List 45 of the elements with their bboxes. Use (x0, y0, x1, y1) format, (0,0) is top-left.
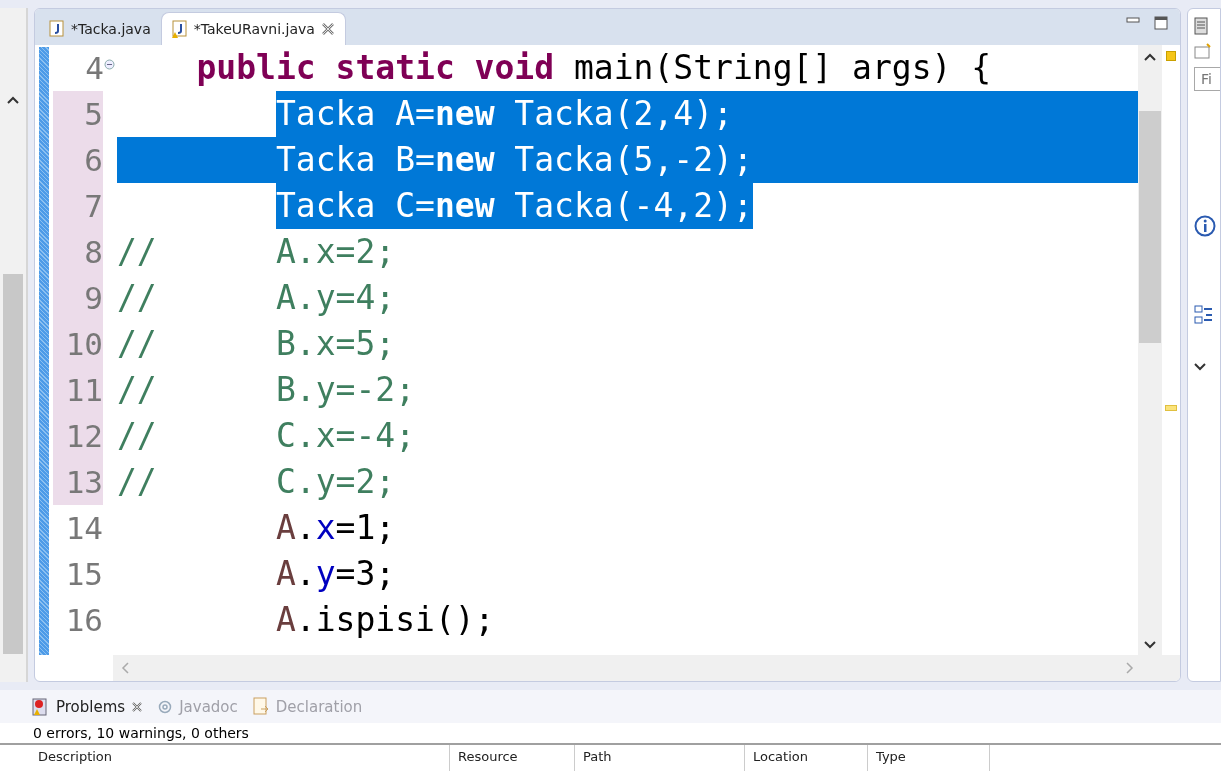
column-header[interactable]: Type (868, 745, 990, 771)
at-sign-icon (157, 698, 174, 715)
editor-tab[interactable]: *Tacka.java (39, 13, 161, 45)
chevron-down-icon[interactable] (1194, 363, 1206, 371)
line-number: 4 (53, 45, 115, 91)
view-tab[interactable]: Problems (30, 696, 144, 717)
warning-marker-icon (1166, 51, 1176, 61)
collapse-icon[interactable] (104, 59, 115, 70)
column-header[interactable]: Resource (450, 745, 575, 771)
scrollbar-thumb[interactable] (3, 274, 23, 654)
code-line: A.ispisi(); (275, 599, 495, 641)
filter-field[interactable]: Fi (1194, 67, 1220, 91)
code-line: A.y=3; (275, 553, 396, 595)
code-line: // B.y=-2; (117, 369, 415, 411)
chevron-up-icon[interactable] (7, 96, 19, 104)
code-line: A.x=1; (275, 507, 396, 549)
java-file-icon (171, 20, 188, 38)
problems-summary: 0 errors, 10 warnings, 0 others (0, 723, 1221, 743)
line-number: 14 (64, 509, 104, 548)
chevron-down-icon[interactable] (1144, 641, 1156, 649)
new-item-icon[interactable] (1194, 43, 1212, 59)
java-file-icon (49, 20, 65, 38)
column-header[interactable]: Description (30, 745, 450, 771)
code-line: // C.x=-4; (117, 415, 415, 457)
editor-tab[interactable]: *TakeURavni.java (160, 12, 346, 45)
column-header[interactable]: Path (575, 745, 745, 771)
declaration-icon (251, 696, 270, 717)
close-icon[interactable] (131, 700, 144, 713)
chevron-up-icon[interactable] (1144, 53, 1156, 61)
code-line: // A.y=4; (117, 277, 396, 319)
code-line: // A.x=2; (117, 231, 396, 273)
scrollbar-thumb[interactable] (1139, 111, 1161, 343)
code-line: public static void main(String[] args) { (196, 47, 992, 89)
problems-icon (30, 696, 50, 717)
line-number: 15 (64, 555, 104, 594)
warning-marker-icon (1165, 405, 1177, 411)
outline-icon[interactable] (1194, 305, 1214, 325)
info-icon[interactable] (1194, 215, 1216, 237)
minimize-icon[interactable] (1126, 16, 1140, 24)
maximize-icon[interactable] (1154, 16, 1168, 30)
column-header[interactable]: Location (745, 745, 868, 771)
close-icon[interactable] (320, 22, 335, 36)
code-line: // B.x=5; (117, 323, 396, 365)
line-number: 16 (64, 601, 104, 640)
code-line: // C.y=2; (117, 461, 396, 503)
